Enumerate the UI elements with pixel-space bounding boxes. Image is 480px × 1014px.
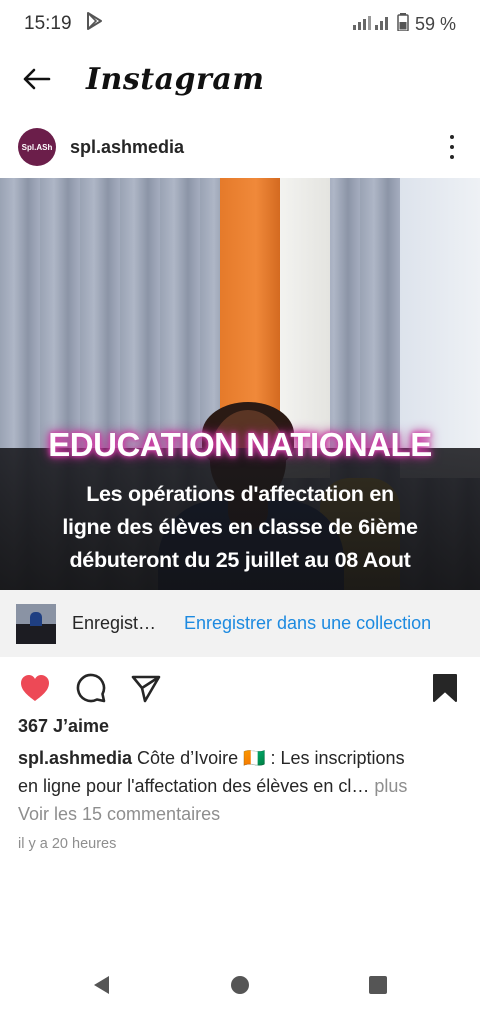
share-button[interactable]: [128, 670, 164, 706]
like-button[interactable]: [17, 670, 53, 706]
arrow-left-icon: [23, 68, 51, 90]
play-store-icon: [84, 11, 104, 37]
image-headline: EDUCATION NATIONALE: [48, 426, 432, 463]
comment-button[interactable]: [73, 670, 109, 706]
nav-recents-button[interactable]: [365, 972, 391, 998]
bookmark-icon: [433, 674, 457, 702]
post-timestamp: il y a 20 heures: [18, 836, 117, 852]
status-time: 15:19: [24, 13, 72, 34]
battery-percent: 59 %: [414, 13, 456, 34]
back-button[interactable]: [16, 59, 56, 99]
post-caption: spl.ashmedia Côte d’Ivoire 🇨🇮 : Les insc…: [18, 748, 408, 796]
battery-icon: [397, 12, 409, 36]
square-recents-icon: [369, 976, 387, 994]
saved-label: Enregist…: [72, 613, 157, 633]
instagram-logo: Instagram: [86, 61, 265, 97]
more-dots-icon: [450, 135, 454, 139]
more-options-button[interactable]: [442, 135, 462, 159]
nav-home-button[interactable]: [227, 972, 253, 998]
save-collection-bar: Enregist… Enregistrer dans une collectio…: [0, 590, 480, 657]
bookmark-button[interactable]: [427, 670, 463, 706]
app-header: Instagram: [0, 50, 480, 108]
status-bar: 15:19 59 %: [0, 0, 480, 48]
system-nav-bar: [0, 960, 480, 1010]
more-link[interactable]: plus: [369, 776, 407, 796]
nav-back-button[interactable]: [89, 972, 115, 998]
likes-count[interactable]: 367 J’aime: [18, 716, 109, 737]
caption-username[interactable]: spl.ashmedia: [18, 748, 132, 768]
view-comments-link[interactable]: Voir les 15 commentaires: [18, 804, 220, 825]
post-actions: [0, 668, 480, 708]
send-icon: [131, 675, 161, 703]
heart-icon: [21, 675, 49, 701]
post-username[interactable]: spl.ashmedia: [70, 137, 184, 158]
triangle-back-icon: [94, 976, 109, 994]
avatar[interactable]: Spl.ASh: [18, 128, 56, 166]
signal-icon: [351, 15, 391, 34]
image-subtitle: Les opérations d'affectation en ligne de…: [62, 482, 418, 572]
save-to-collection-link[interactable]: Enregistrer dans une collection: [184, 613, 431, 634]
comment-icon: [76, 673, 106, 703]
collection-thumbnail: [16, 603, 56, 644]
post-image[interactable]: EDUCATION NATIONALE Les opérations d'aff…: [0, 178, 480, 590]
post-header: Spl.ASh spl.ashmedia: [0, 127, 480, 167]
circle-home-icon: [231, 976, 249, 994]
